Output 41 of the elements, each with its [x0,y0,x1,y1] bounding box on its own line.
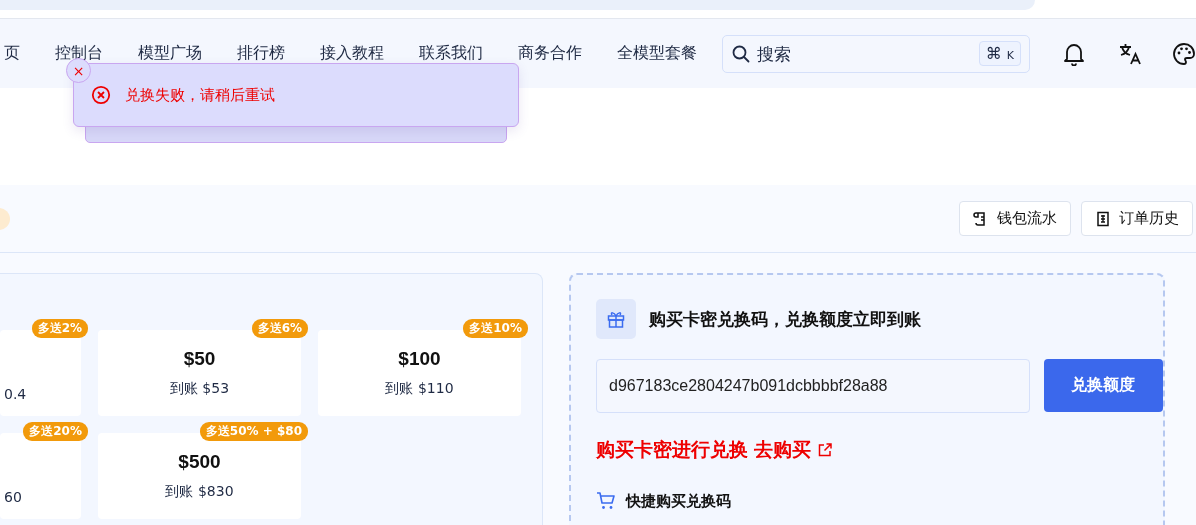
gift-icon [596,299,636,339]
palette-icon[interactable] [1172,41,1196,66]
bell-icon[interactable] [1063,41,1085,66]
arrival-amount: 到账 $53 [169,380,230,398]
nav-link[interactable]: 页 [4,43,20,64]
code-input[interactable]: d967183ce2804247b091dcbbbbf28a88 [596,359,1030,413]
toolbar-button[interactable]: 钱包流水 [959,201,1071,236]
nav-link[interactable]: 商务合作 [518,43,582,64]
package-amount: $50 [183,348,216,370]
bonus-tag: 多送50% + $80 [199,422,308,441]
nav-link[interactable]: 全模型套餐 [617,43,697,64]
redeem-button[interactable]: 兑换额度 [1043,359,1163,412]
arrival-amount: 0.4 [4,386,27,402]
nav-link[interactable]: 排行榜 [237,43,285,64]
nav-link[interactable]: 联系我们 [419,43,483,64]
quick-buy-title: 快捷购买兑换码 [626,491,731,511]
arrival-amount: 到账 $110 [385,380,454,398]
package-amount: $100 [398,348,441,370]
buy-link[interactable]: 去购买 [754,437,811,463]
search-input[interactable]: 搜索 [755,42,979,65]
toast-message: 兑换失败，请稍后重试 [125,85,275,105]
bonus-tag: 多送10% [463,319,528,338]
bonus-tag: 多送20% [23,422,88,441]
nav-link[interactable]: 接入教程 [320,43,384,64]
external-link-icon [817,442,833,458]
search-field[interactable]: 搜索 ⌘ K [722,34,1030,73]
nav-link[interactable]: 模型广场 [138,43,202,64]
translate-icon[interactable] [1118,41,1142,66]
receipt-icon [1095,210,1111,227]
buy-hint: 购买卡密进行兑换 [596,437,748,462]
cart-icon [596,491,616,511]
redeem-title: 购买卡密兑换码，兑换额度立即到账 [649,307,921,331]
package-amount: $500 [178,451,221,473]
error-icon [91,85,111,105]
search-icon [732,44,750,63]
arrival-amount: 60 [4,489,22,505]
bonus-tag: 多送2% [31,319,88,338]
toolbar-button[interactable]: 订单历史 [1081,201,1193,236]
shortcut-hint: ⌘ K [978,41,1021,66]
bonus-tag: 多送6% [251,319,308,338]
arrival-amount: 到账 $830 [165,483,234,501]
